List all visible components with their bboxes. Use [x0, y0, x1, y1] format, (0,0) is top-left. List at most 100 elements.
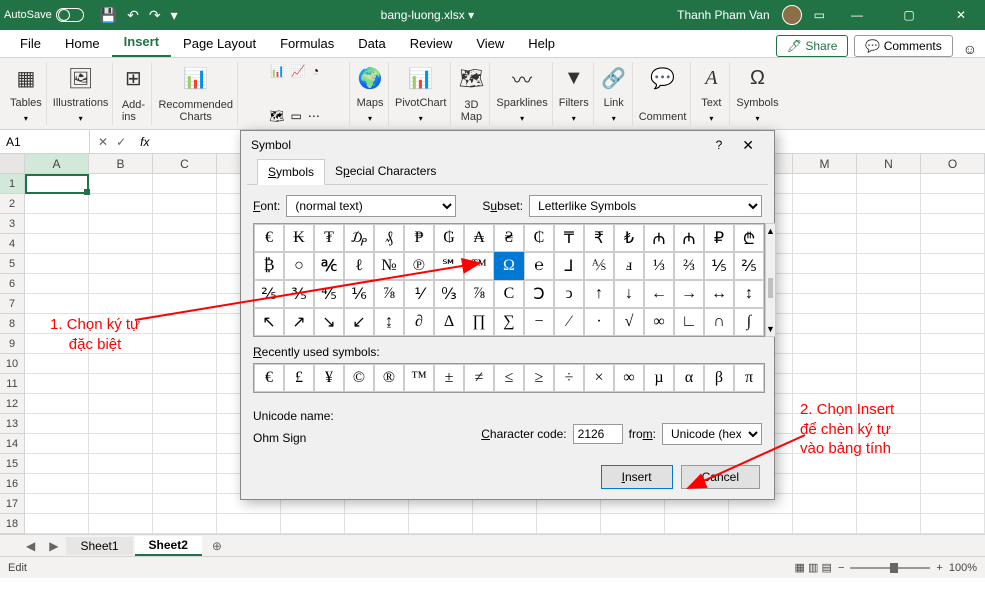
cell[interactable]	[89, 494, 153, 514]
undo-icon[interactable]: ↶	[127, 7, 139, 24]
cell[interactable]	[25, 474, 89, 494]
cell[interactable]	[25, 294, 89, 314]
symbol-cell[interactable]: ⅖	[734, 252, 764, 280]
symbol-cell[interactable]: ↄ	[554, 280, 584, 308]
cell[interactable]	[153, 194, 217, 214]
symbol-cell[interactable]: ↖	[254, 308, 284, 336]
recent-symbol-cell[interactable]: ÷	[554, 364, 584, 392]
cell[interactable]	[857, 274, 921, 294]
symbol-cell[interactable]: ⅍	[584, 252, 614, 280]
symbol-cell[interactable]: ₭	[284, 224, 314, 252]
symbol-cell[interactable]: ↗	[284, 308, 314, 336]
tab-formulas[interactable]: Formulas	[268, 30, 346, 57]
row-header[interactable]: 11	[0, 374, 25, 394]
symbol-cell[interactable]: ₺	[614, 224, 644, 252]
cell[interactable]	[153, 234, 217, 254]
cell[interactable]	[89, 374, 153, 394]
zoom-out-button[interactable]: −	[838, 562, 844, 574]
symbol-cell[interactable]: €	[254, 224, 284, 252]
recent-symbol-cell[interactable]: £	[284, 364, 314, 392]
symbol-cell[interactable]: ∫	[734, 308, 764, 336]
recent-symbols-grid[interactable]: €£¥©®™±≠≤≥÷×∞µαβπ	[253, 363, 765, 393]
cell[interactable]	[153, 414, 217, 434]
cell[interactable]	[793, 494, 857, 514]
symbol-cell[interactable]: ∏	[464, 308, 494, 336]
cell[interactable]	[921, 334, 985, 354]
symbol-cell[interactable]: ₳	[464, 224, 494, 252]
minimize-button[interactable]: —	[837, 8, 877, 22]
view-pagelayout-icon[interactable]: ▥	[808, 561, 818, 574]
cell[interactable]	[921, 254, 985, 274]
cell[interactable]	[665, 514, 729, 534]
cell[interactable]	[601, 514, 665, 534]
dialog-close-button[interactable]: ✕	[732, 137, 764, 154]
symbol-cell[interactable]: ∙	[584, 308, 614, 336]
symbol-cell[interactable]: ⅞	[464, 280, 494, 308]
symbol-cell[interactable]: ⅃	[554, 252, 584, 280]
cell[interactable]	[857, 354, 921, 374]
cell[interactable]	[793, 434, 857, 454]
column-header[interactable]: N	[857, 154, 921, 173]
insert-button[interactable]: Insert	[601, 465, 673, 489]
cell[interactable]	[857, 314, 921, 334]
symbol-cell[interactable]: ₰	[374, 224, 404, 252]
cell[interactable]	[857, 294, 921, 314]
symbol-cell[interactable]: ₮	[314, 224, 344, 252]
cell[interactable]	[857, 234, 921, 254]
cell[interactable]	[729, 514, 793, 534]
cell[interactable]	[921, 194, 985, 214]
name-box[interactable]: A1	[0, 130, 90, 153]
sheet-tab-1[interactable]: Sheet1	[66, 537, 132, 555]
maximize-button[interactable]: ▢	[889, 8, 929, 22]
tab-insert[interactable]: Insert	[112, 28, 171, 57]
cell[interactable]	[921, 514, 985, 534]
cell[interactable]	[793, 334, 857, 354]
group-illustrations[interactable]: 🖼Illustrations▾	[49, 62, 114, 125]
cell[interactable]	[89, 474, 153, 494]
cell[interactable]	[921, 214, 985, 234]
cell[interactable]	[793, 274, 857, 294]
cell[interactable]	[89, 334, 153, 354]
recent-symbol-cell[interactable]: π	[734, 364, 764, 392]
symbol-cell[interactable]: ↘	[314, 308, 344, 336]
dialog-tab-symbols[interactable]: Symbols	[257, 159, 325, 185]
cell[interactable]	[153, 374, 217, 394]
sheet-tab-2[interactable]: Sheet2	[135, 536, 202, 556]
cell[interactable]	[793, 514, 857, 534]
symbol-cell[interactable]: ⅓	[644, 252, 674, 280]
cell[interactable]	[857, 174, 921, 194]
row-header[interactable]: 4	[0, 234, 25, 254]
symbol-cell[interactable]: ○	[284, 252, 314, 280]
cell[interactable]	[153, 334, 217, 354]
symbol-cell[interactable]: ↑	[584, 280, 614, 308]
symbol-cell[interactable]: ∆	[434, 308, 464, 336]
row-header[interactable]: 12	[0, 394, 25, 414]
cell[interactable]	[857, 494, 921, 514]
cell[interactable]	[153, 354, 217, 374]
row-header[interactable]: 6	[0, 274, 25, 294]
cell[interactable]	[25, 514, 89, 534]
cell[interactable]	[857, 434, 921, 454]
font-select[interactable]: (normal text)	[286, 195, 456, 217]
group-filters[interactable]: ▼Filters▾	[555, 62, 594, 125]
tab-help[interactable]: Help	[516, 30, 567, 57]
cell[interactable]	[793, 214, 857, 234]
row-header[interactable]: 18	[0, 514, 25, 534]
cell[interactable]	[857, 334, 921, 354]
symbol-cell[interactable]: ←	[644, 280, 674, 308]
cell[interactable]	[921, 374, 985, 394]
cell[interactable]	[89, 274, 153, 294]
redo-icon[interactable]: ↷	[149, 7, 161, 24]
symbol-cell[interactable]: ₼	[674, 224, 704, 252]
cell[interactable]	[25, 494, 89, 514]
symbol-cell[interactable]: ⅙	[344, 280, 374, 308]
row-header[interactable]: 1	[0, 174, 25, 194]
cell[interactable]	[409, 514, 473, 534]
recent-symbol-cell[interactable]: ≤	[494, 364, 524, 392]
tab-view[interactable]: View	[464, 30, 516, 57]
symbol-cell[interactable]: ⅞	[374, 280, 404, 308]
tab-review[interactable]: Review	[398, 30, 465, 57]
add-sheet-button[interactable]: ⊕	[204, 539, 230, 553]
enter-formula-icon[interactable]: ✓	[116, 135, 126, 149]
cell[interactable]	[153, 314, 217, 334]
